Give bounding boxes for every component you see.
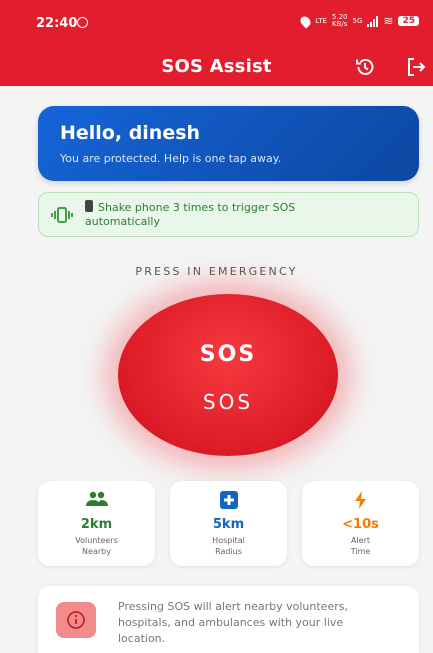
info-icon — [67, 611, 85, 629]
stat-label-line1: Hospital — [212, 536, 245, 545]
sos-small-label: SOS — [202, 390, 254, 414]
sos-button[interactable]: SOS SOS — [118, 294, 338, 456]
stat-label-line1: Volunteers — [75, 536, 118, 545]
stat-value: 2km — [80, 517, 113, 532]
info-line1: Pressing SOS will alert nearby volunteer… — [118, 600, 348, 613]
location-icon — [298, 13, 313, 29]
info-line2: hospitals, and ambulances with your live — [118, 616, 344, 629]
shake-trigger-banner: Shake phone 3 times to trigger SOS autom… — [38, 192, 419, 237]
stat-label-line2: Time — [350, 547, 371, 556]
info-line3: location. — [118, 632, 166, 645]
logout-icon — [408, 58, 426, 76]
battery-icon: 25 — [398, 16, 419, 26]
app-header: 22:40 LTE 5.20 KB/s 5G ≋ 25 SOS Assist — [0, 0, 433, 86]
stat-label-line2: Nearby — [82, 547, 111, 556]
status-time: 22:40 — [36, 16, 78, 31]
status-bar: 22:40 LTE 5.20 KB/s 5G ≋ 25 — [0, 0, 433, 42]
info-card: Pressing SOS will alert nearby volunteer… — [38, 586, 419, 653]
shake-text-line2: automatically — [85, 215, 160, 228]
stat-card-volunteers: 2km Volunteers Nearby — [38, 481, 155, 566]
stat-card-alert-time: <10s Alert Time — [302, 481, 419, 566]
info-icon-box — [56, 602, 96, 638]
stat-value: 5km — [212, 517, 245, 532]
stat-label: Volunteers Nearby — [38, 535, 155, 557]
stat-value: <10s — [342, 517, 379, 532]
press-in-emergency-label: PRESS IN EMERGENCY — [135, 265, 298, 278]
whatsapp-notification-icon — [77, 17, 88, 28]
sos-big-label: SOS — [199, 342, 257, 367]
bolt-icon — [354, 491, 366, 509]
stat-label-line1: Alert — [350, 536, 371, 545]
stat-label: Hospital Radius — [170, 535, 287, 557]
history-button[interactable] — [353, 55, 377, 79]
history-icon — [356, 59, 374, 75]
wifi-icon: ≋ — [383, 14, 394, 28]
stat-label: Alert Time — [302, 535, 419, 557]
stat-card-hospital: 5km Hospital Radius — [170, 481, 287, 566]
net-speed: 5.20 KB/s — [332, 14, 348, 28]
hospital-icon — [219, 491, 238, 509]
shake-text-line1: Shake phone 3 times to trigger SOS — [98, 201, 296, 214]
logout-button[interactable] — [404, 55, 428, 79]
net-speed-unit: KB/s — [332, 20, 348, 28]
shake-text: Shake phone 3 times to trigger SOS autom… — [85, 200, 295, 229]
vibration-icon — [51, 206, 73, 223]
status-indicators: LTE 5.20 KB/s 5G ≋ 25 — [298, 13, 419, 29]
stat-label-line2: Radius — [215, 547, 242, 556]
phone-icon — [85, 200, 93, 212]
group-icon — [85, 491, 108, 506]
info-text: Pressing SOS will alert nearby volunteer… — [118, 599, 408, 647]
network-type: 5G — [352, 16, 363, 25]
greeting-title: Hello, dinesh — [60, 122, 201, 144]
lte-label: LTE — [315, 16, 327, 25]
signal-icon — [367, 15, 379, 27]
greeting-subtitle: You are protected. Help is one tap away. — [60, 152, 282, 165]
greeting-card: Hello, dinesh You are protected. Help is… — [38, 106, 419, 181]
